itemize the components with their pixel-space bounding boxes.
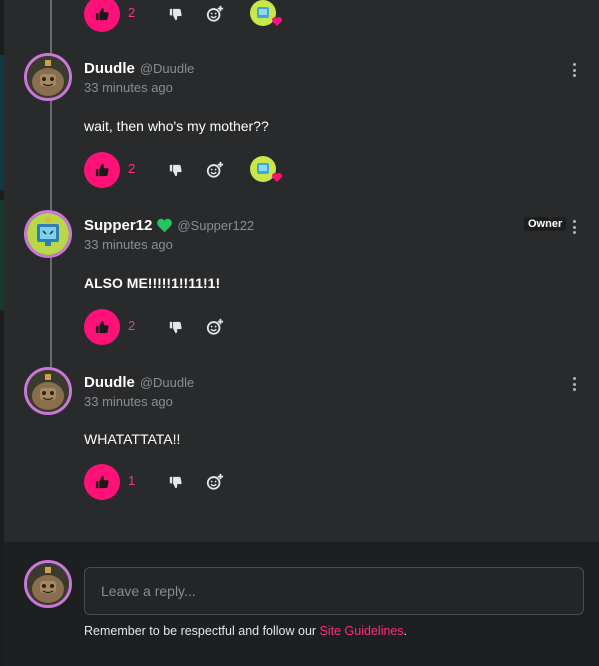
sloth-avatar-icon <box>27 370 69 412</box>
thumbs-up-icon <box>95 320 109 334</box>
user-handle[interactable]: @Duudle <box>140 375 194 390</box>
more-options-button[interactable] <box>570 219 578 235</box>
add-emoji-icon <box>206 473 224 490</box>
comments-panel: 2 Duudle @Duudle 33 minutes ago wait, th… <box>4 0 599 542</box>
reply-input[interactable] <box>84 567 584 615</box>
previous-comment-actions: 2 <box>84 0 384 32</box>
avatar[interactable] <box>24 53 72 101</box>
timestamp: 33 minutes ago <box>84 237 173 252</box>
username[interactable]: Duudle <box>84 60 135 77</box>
dislike-button[interactable] <box>166 318 184 336</box>
comment-text: WHATATTATA!! <box>84 431 181 447</box>
add-reaction-button[interactable] <box>205 160 225 180</box>
thumbs-down-icon <box>169 476 182 488</box>
green-heart-icon <box>157 218 173 232</box>
like-count: 2 <box>128 318 136 333</box>
guidelines-prefix: Remember to be respectful and follow our <box>84 624 320 638</box>
dislike-button[interactable] <box>166 161 184 179</box>
guidelines-notice: Remember to be respectful and follow our… <box>84 624 407 638</box>
monitor-avatar-icon <box>27 213 69 255</box>
user-handle[interactable]: @Duudle <box>140 61 194 76</box>
thumbs-down-icon <box>169 164 182 176</box>
thumbs-up-icon <box>95 163 109 177</box>
like-count: 2 <box>128 5 136 20</box>
thumbs-down-icon <box>169 8 182 20</box>
like-count: 2 <box>128 161 136 176</box>
like-button[interactable] <box>84 464 120 500</box>
avatar[interactable] <box>24 210 72 258</box>
username[interactable]: Supper12 <box>84 217 152 234</box>
more-options-button[interactable] <box>570 376 578 392</box>
reply-area: Remember to be respectful and follow our… <box>4 542 599 666</box>
comment-text: wait, then who's my mother?? <box>84 118 269 134</box>
reaction-avatar[interactable] <box>250 0 284 30</box>
current-user-avatar[interactable] <box>24 560 72 608</box>
timestamp: 33 minutes ago <box>84 394 173 409</box>
comment-text: ALSO ME!!!!!1!!11!1! <box>84 275 221 291</box>
comment-actions: 2 <box>84 309 384 345</box>
thumbs-down-icon <box>169 321 182 333</box>
dislike-button[interactable] <box>166 5 184 23</box>
like-button[interactable] <box>84 309 120 345</box>
like-count: 1 <box>128 473 136 488</box>
add-reaction-button[interactable] <box>205 4 225 24</box>
comment-actions: 2 <box>84 152 384 188</box>
thumbs-up-icon <box>95 7 109 21</box>
add-reaction-button[interactable] <box>205 317 225 337</box>
heart-icon <box>272 173 282 182</box>
thumbs-up-icon <box>95 475 109 489</box>
dislike-button[interactable] <box>166 473 184 491</box>
comment-actions: 1 <box>84 464 384 500</box>
add-emoji-icon <box>206 5 224 22</box>
user-handle[interactable]: @Supper122 <box>177 218 254 233</box>
reaction-avatar[interactable] <box>250 156 284 186</box>
like-button[interactable] <box>84 152 120 188</box>
timestamp: 33 minutes ago <box>84 80 173 95</box>
heart-icon <box>272 17 282 26</box>
username[interactable]: Duudle <box>84 374 135 391</box>
add-reaction-button[interactable] <box>205 472 225 492</box>
more-options-button[interactable] <box>570 62 578 78</box>
guidelines-suffix: . <box>403 624 408 638</box>
site-guidelines-link[interactable]: Site Guidelines <box>320 624 404 638</box>
add-emoji-icon <box>206 318 224 335</box>
owner-badge: Owner <box>524 217 567 231</box>
like-button[interactable] <box>84 0 120 32</box>
add-emoji-icon <box>206 161 224 178</box>
sloth-avatar-icon <box>27 56 69 98</box>
avatar[interactable] <box>24 367 72 415</box>
sloth-avatar-icon <box>27 563 69 605</box>
